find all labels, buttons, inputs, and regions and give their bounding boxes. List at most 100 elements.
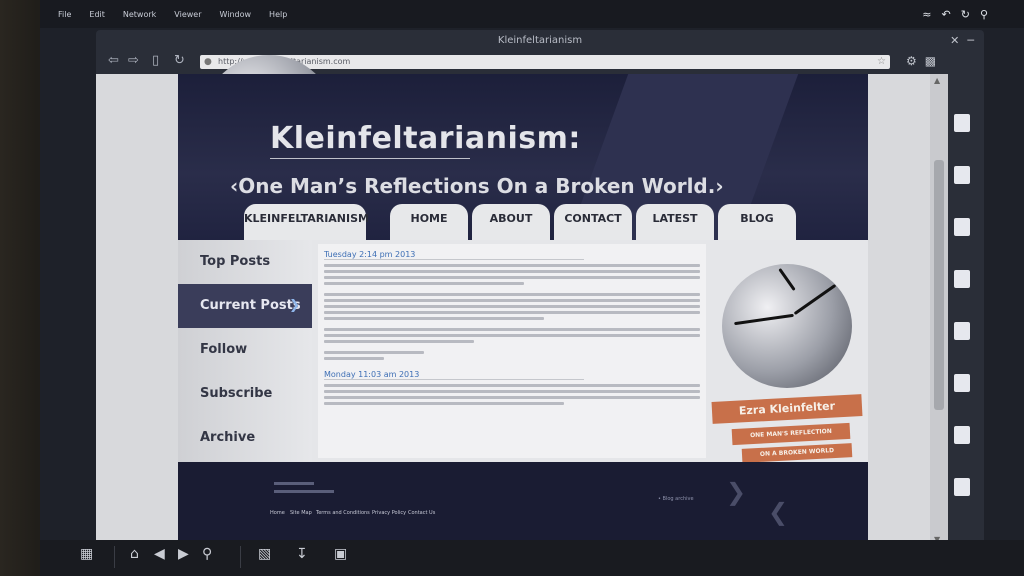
text-line [324, 282, 524, 285]
bookmark-icon[interactable]: ▯ [152, 53, 159, 68]
footer-note[interactable]: • Blog archive [658, 496, 694, 502]
site-footer: Home Site Map Terms and Conditions Priva… [178, 462, 868, 548]
menu-help[interactable]: Help [269, 10, 287, 19]
text-line [324, 340, 474, 343]
text-line [324, 351, 424, 354]
back-arrow-icon[interactable]: ◀ [154, 546, 165, 562]
folder-icon[interactable]: ▧ [258, 546, 271, 562]
text-line [324, 276, 700, 279]
vertical-scrollbar[interactable]: ▲ ▼ [930, 74, 948, 548]
menu-network[interactable]: Network [123, 10, 156, 19]
footer-link-sitemap[interactable]: Site Map [290, 510, 312, 516]
toolbar-right: ⚙ ▩ [906, 54, 936, 68]
posts-column: Tuesday 2:14 pm 2013 Monday 11:03 am 201… [318, 244, 706, 458]
browser-window: Kleinfeltarianism ✕ ─ ⇦ ⇨ ▯ ↻ ● http://w… [96, 30, 984, 548]
ribbon-tagline-1: ONE MAN'S REFLECTION [731, 422, 851, 446]
status-icons: ≈ ↶ ↻ ⚲ [922, 8, 988, 21]
chevron-left-icon: ❮ [768, 498, 789, 526]
scroll-up-icon[interactable]: ▲ [934, 76, 940, 85]
file-icon[interactable] [954, 374, 970, 392]
address-bar[interactable]: ● http://www.kleinfeltarianism.com ☆ [200, 55, 890, 179]
rss-icon[interactable]: ▩ [925, 54, 936, 68]
minimize-icon[interactable]: ─ [967, 34, 974, 47]
back-arrow-icon[interactable]: ⇦ [108, 53, 119, 68]
text-line [324, 390, 700, 393]
footer-link-terms[interactable]: Terms and Conditions [316, 510, 370, 516]
sidebar-item-current-posts[interactable]: Current Posts ❯ [178, 284, 312, 328]
text-line [324, 293, 700, 296]
text-line [324, 402, 564, 405]
menu-viewer[interactable]: Viewer [174, 10, 201, 19]
gear-icon[interactable]: ⚙ [906, 54, 917, 68]
sidebar: Top Posts Current Posts ❯ Follow Subscri… [178, 240, 312, 462]
star-icon[interactable]: ☆ [877, 55, 886, 69]
file-icon[interactable] [954, 322, 970, 340]
tab-about[interactable]: ABOUT [472, 204, 550, 244]
menu-file[interactable]: File [58, 10, 71, 19]
chevron-right-icon: ❯ [726, 478, 747, 506]
footer-logo-line [274, 490, 334, 493]
save-icon[interactable]: ▣ [334, 546, 347, 562]
tab-home[interactable]: HOME [390, 204, 468, 244]
refresh-icon[interactable]: ↻ [961, 8, 970, 21]
footer-link-privacy[interactable]: Privacy Policy [372, 510, 406, 516]
tab-contact[interactable]: CONTACT [554, 204, 632, 244]
taskbar-separator [240, 546, 241, 568]
forward-arrow-icon[interactable]: ⇨ [128, 53, 139, 68]
forward-arrow-icon[interactable]: ▶ [178, 546, 189, 562]
apps-grid-icon[interactable]: ▦ [80, 546, 93, 562]
screen: File Edit Network Viewer Window Help ≈ ↶… [40, 0, 1024, 576]
text-line [324, 328, 700, 331]
taskbar: ▦ ⌂ ◀ ▶ ⚲ ▧ ↧ ▣ [40, 540, 1024, 576]
scroll-thumb[interactable] [934, 160, 944, 410]
text-line [324, 270, 700, 273]
window-controls: ✕ ─ [950, 34, 974, 47]
text-line [324, 357, 384, 360]
text-line [324, 305, 700, 308]
ribbon-name: Ezra Kleinfelter [711, 394, 863, 424]
menu-window[interactable]: Window [220, 10, 252, 19]
window-title: Kleinfeltarianism [497, 35, 583, 46]
text-line [324, 264, 700, 267]
text-line [324, 317, 544, 320]
file-icon[interactable] [954, 478, 970, 496]
post-date[interactable]: Monday 11:03 am 2013 [324, 370, 584, 380]
site-subtitle: ‹One Man’s Reflections On a Broken World… [230, 174, 724, 198]
content-area: Top Posts Current Posts ❯ Follow Subscri… [178, 240, 868, 463]
site-title: Kleinfeltarianism: [270, 121, 581, 159]
file-icon[interactable] [954, 218, 970, 236]
file-icon[interactable] [954, 426, 970, 444]
post-date[interactable]: Tuesday 2:14 pm 2013 [324, 250, 584, 260]
tab-latest[interactable]: LATEST [636, 204, 714, 244]
footer-logo-line [274, 482, 314, 485]
sidebar-item-subscribe[interactable]: Subscribe [178, 372, 312, 416]
sidebar-item-top-posts[interactable]: Top Posts [178, 240, 312, 284]
tab-blog[interactable]: BLOG [718, 204, 796, 244]
tab-kleinfeltarianism[interactable]: KLEINFELTARIANISM [244, 204, 369, 244]
wifi-icon[interactable]: ≈ [922, 8, 931, 21]
menubar: File Edit Network Viewer Window Help ≈ ↶… [40, 0, 1024, 28]
text-line [324, 384, 700, 387]
search-icon[interactable]: ⚲ [202, 546, 212, 562]
close-icon[interactable]: ✕ [950, 34, 959, 47]
menu-edit[interactable]: Edit [89, 10, 105, 19]
file-icon[interactable] [954, 166, 970, 184]
footer-link-contact[interactable]: Contact Us [408, 510, 435, 516]
text-line [324, 334, 700, 337]
back-icon[interactable]: ↶ [942, 8, 951, 21]
footer-link-home[interactable]: Home [270, 510, 285, 516]
home-icon[interactable]: ⌂ [130, 546, 139, 562]
chevron-right-icon: ❯ [289, 298, 300, 313]
cracked-globe-logo: Ezra Kleinfelter ONE MAN'S REFLECTION ON… [710, 258, 866, 463]
download-icon[interactable]: ↧ [296, 546, 308, 562]
text-line [324, 396, 700, 399]
search-icon[interactable]: ⚲ [980, 8, 988, 21]
reload-icon[interactable]: ↻ [174, 53, 185, 68]
file-icon[interactable] [954, 270, 970, 288]
text-line [324, 311, 700, 314]
sidebar-item-archive[interactable]: Archive [178, 416, 312, 460]
sidebar-item-follow[interactable]: Follow [178, 328, 312, 372]
taskbar-separator [114, 546, 115, 568]
file-icon[interactable] [954, 114, 970, 132]
page-viewport: Kleinfeltarianism: ‹One Man’s Reflection… [96, 74, 930, 548]
